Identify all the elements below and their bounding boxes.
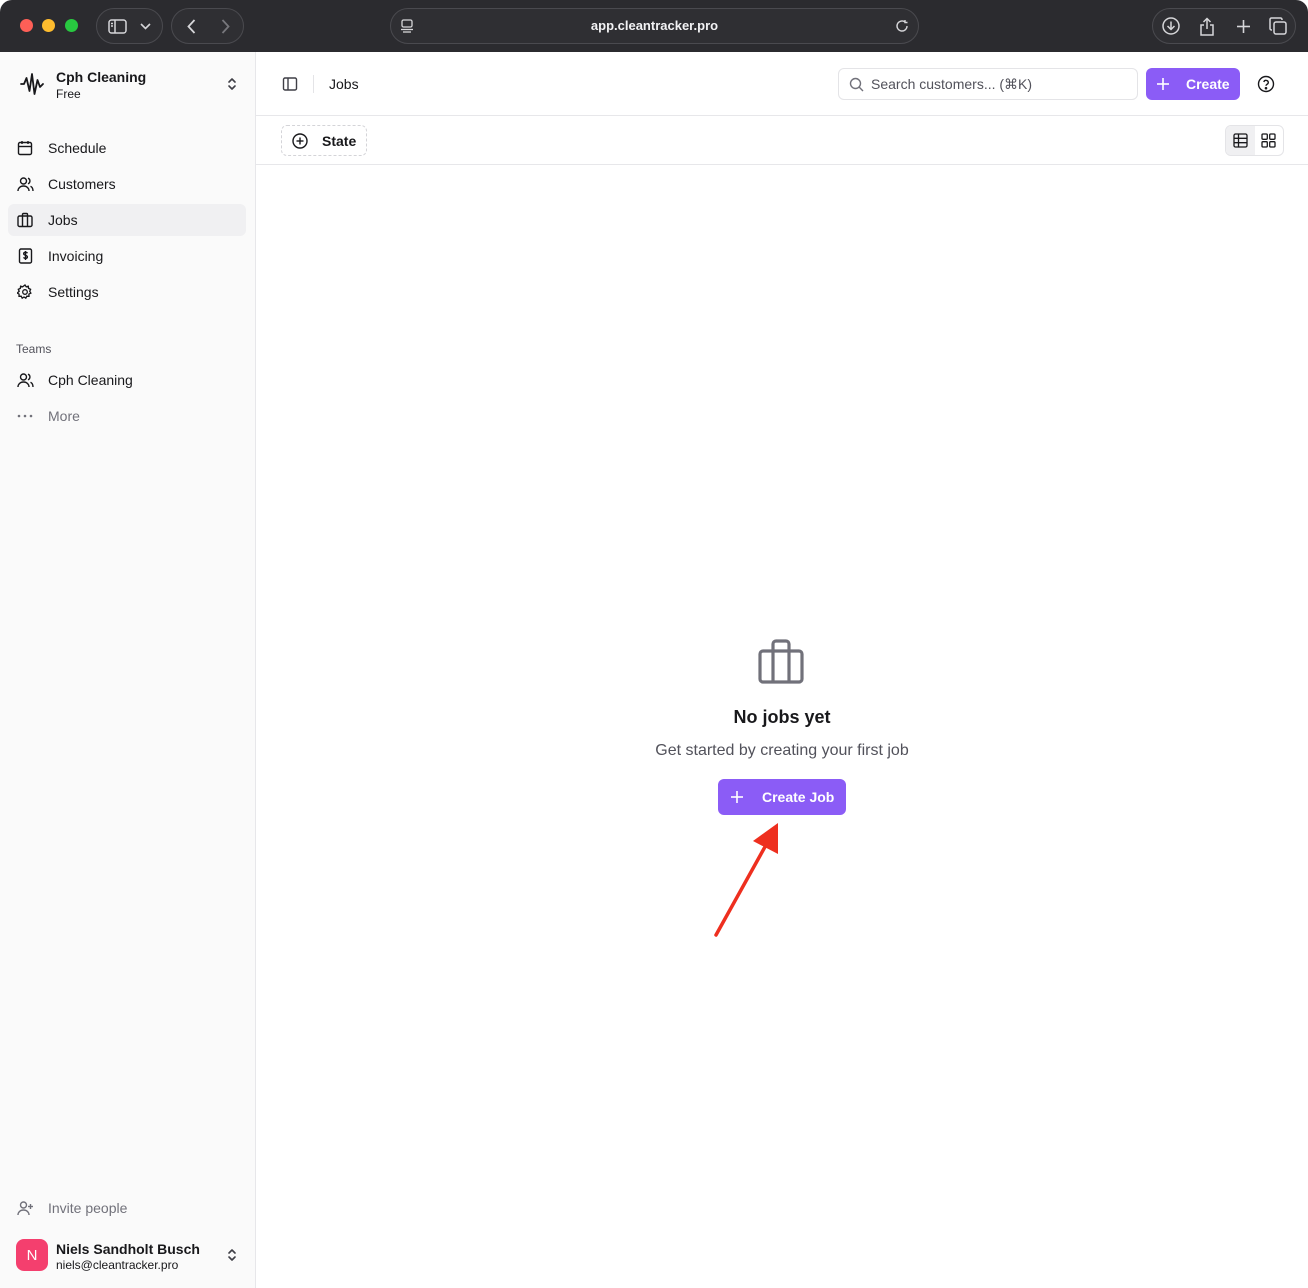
calendar-icon	[16, 139, 34, 157]
browser-history-controls	[171, 8, 244, 44]
new-tab-icon[interactable]	[1231, 9, 1255, 43]
user-menu[interactable]: N Niels Sandholt Busch niels@cleantracke…	[16, 1239, 242, 1275]
sidebar-item-label: Jobs	[48, 212, 78, 228]
page-header: Jobs Create	[256, 52, 1308, 116]
back-arrow-icon[interactable]	[178, 9, 204, 43]
sidebar-item-settings[interactable]: Settings	[8, 276, 246, 308]
header-divider	[313, 75, 314, 93]
workspace-plan: Free	[56, 87, 81, 101]
filter-bar: State	[256, 116, 1308, 165]
create-job-button[interactable]: Create Job	[718, 779, 846, 815]
sidebar-item-team-cph-cleaning[interactable]: Cph Cleaning	[8, 364, 246, 396]
sidebar-toggle-icon[interactable]	[105, 9, 129, 43]
search-input[interactable]	[871, 76, 1121, 92]
create-button-label: Create	[1186, 76, 1230, 92]
annotation-arrow	[714, 823, 778, 937]
briefcase-icon	[757, 637, 807, 687]
invoice-icon	[16, 247, 34, 265]
minimize-window-button[interactable]	[42, 19, 55, 32]
close-window-button[interactable]	[20, 19, 33, 32]
user-name: Niels Sandholt Busch	[56, 1241, 200, 1257]
sidebar-item-customers[interactable]: Customers	[8, 168, 246, 200]
user-email: niels@cleantracker.pro	[56, 1258, 179, 1272]
invite-people-button[interactable]: Invite people	[8, 1192, 246, 1224]
address-bar[interactable]: app.cleantracker.pro	[390, 8, 919, 44]
chevron-down-icon[interactable]	[135, 9, 155, 43]
sidebar-item-label: Customers	[48, 176, 116, 192]
invite-people-label: Invite people	[48, 1200, 128, 1216]
state-filter-label: State	[322, 132, 357, 149]
gear-icon	[16, 283, 34, 301]
state-filter-button[interactable]: State	[281, 125, 367, 156]
empty-state-subtitle: Get started by creating your first job	[655, 742, 909, 759]
empty-state-title: No jobs yet	[733, 707, 831, 727]
browser-sidebar-control	[96, 8, 163, 44]
share-icon[interactable]	[1195, 9, 1219, 43]
forward-arrow-icon[interactable]	[212, 9, 238, 43]
chevrons-up-down-icon	[224, 1247, 240, 1263]
plus-icon	[730, 789, 746, 805]
grid-icon	[1261, 133, 1276, 148]
plus-circle-icon	[292, 132, 308, 149]
users-icon	[16, 371, 34, 389]
create-button[interactable]: Create	[1146, 68, 1240, 100]
sidebar-item-label: Schedule	[48, 140, 107, 156]
sidebar: Cph Cleaning Free Schedule Customers Job…	[0, 52, 256, 1288]
browser-toolbar: app.cleantracker.pro	[0, 0, 1308, 52]
sidebar-item-label: Cph Cleaning	[48, 372, 133, 388]
main-content: Jobs Create State	[256, 52, 1308, 1288]
breadcrumb: Jobs	[329, 76, 359, 92]
workspace-switcher[interactable]: Cph Cleaning Free	[16, 66, 242, 102]
chevrons-up-down-icon	[224, 76, 240, 92]
sidebar-item-label: More	[48, 408, 80, 424]
create-job-label: Create Job	[762, 789, 835, 805]
url-text[interactable]: app.cleantracker.pro	[391, 9, 918, 43]
sidebar-item-schedule[interactable]: Schedule	[8, 132, 246, 164]
sidebar-item-invoicing[interactable]: Invoicing	[8, 240, 246, 272]
table-icon	[1233, 133, 1248, 148]
table-view-button[interactable]	[1226, 126, 1255, 155]
sidebar-item-more[interactable]: More	[8, 400, 246, 432]
panel-left-icon	[282, 77, 298, 91]
sidebar-item-jobs[interactable]: Jobs	[8, 204, 246, 236]
search-icon	[849, 76, 865, 92]
sidebar-toggle-button[interactable]	[280, 74, 300, 94]
sidebar-item-label: Settings	[48, 284, 99, 300]
grid-view-button[interactable]	[1255, 126, 1284, 155]
tab-overview-icon[interactable]	[1266, 9, 1290, 43]
users-icon	[16, 175, 34, 193]
help-circle-icon	[1257, 75, 1275, 93]
reload-icon[interactable]	[892, 9, 912, 43]
downloads-icon[interactable]	[1159, 9, 1183, 43]
user-plus-icon	[16, 1199, 34, 1217]
briefcase-icon	[16, 211, 34, 229]
teams-section-label: Teams	[16, 342, 52, 356]
zoom-window-button[interactable]	[65, 19, 78, 32]
waveform-logo-icon	[16, 68, 48, 100]
search-box[interactable]	[838, 68, 1138, 100]
browser-actions	[1152, 8, 1296, 44]
more-icon	[16, 407, 34, 425]
help-button[interactable]	[1257, 75, 1275, 93]
sidebar-item-label: Invoicing	[48, 248, 104, 264]
plus-icon	[1156, 76, 1172, 92]
empty-state: No jobs yet Get started by creating your…	[256, 165, 1308, 1288]
avatar: N	[16, 1239, 48, 1271]
view-mode-toggle	[1225, 125, 1284, 156]
workspace-name: Cph Cleaning	[56, 69, 147, 85]
